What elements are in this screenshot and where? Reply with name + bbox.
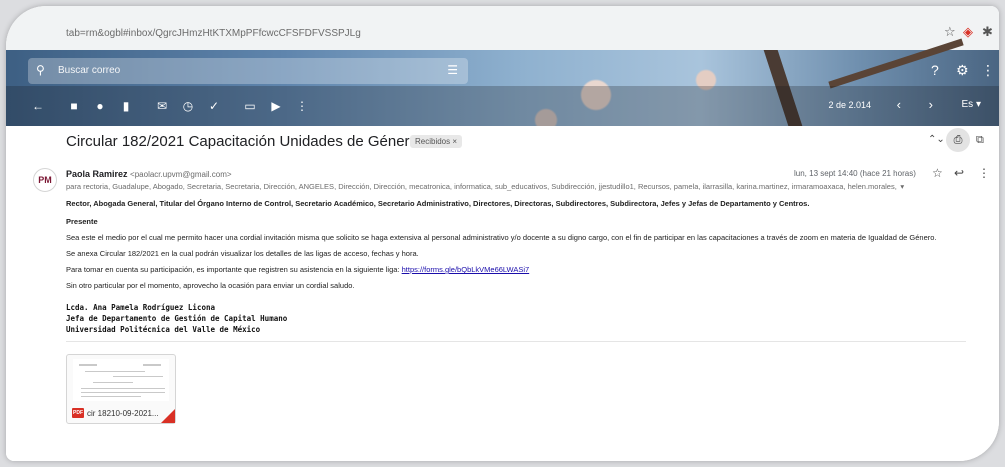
extension-icon[interactable]: ◈ <box>963 24 973 40</box>
pdf-icon: PDF <box>72 408 84 418</box>
email-date: lun, 13 sept 14:40 (hace 21 horas) <box>794 169 916 178</box>
recipients[interactable]: para rectoria, Guadalupe, Abogado, Secre… <box>66 182 916 191</box>
snooze-icon[interactable]: ◷ <box>180 98 196 114</box>
popout-icon[interactable]: ⧉ <box>976 134 984 147</box>
add-task-icon[interactable]: ✓ <box>206 98 222 114</box>
email-subject: Circular 182/2021 Capacitación Unidades … <box>66 133 418 150</box>
email-paragraph: Sea este el medio por el cual me permito… <box>66 233 937 242</box>
inbox-label[interactable]: Recibidos × <box>410 135 463 148</box>
language-selector[interactable]: Es ▾ <box>962 99 981 110</box>
url-text[interactable]: tab=rm&ogbl#inbox/QgrcJHmzHtKTXMpPFfcwcC… <box>66 28 361 39</box>
back-icon[interactable]: ← <box>30 98 46 114</box>
more-options-icon[interactable]: ⋮ <box>978 166 990 180</box>
expand-icon[interactable]: ⌃⌄ <box>928 134 945 145</box>
page-info: 2 de 2.014 <box>828 100 871 110</box>
preview-line <box>81 396 141 397</box>
avatar: PM <box>33 168 57 192</box>
move-to-icon[interactable]: ▭ <box>242 98 258 114</box>
star-icon[interactable]: ☆ <box>944 24 956 40</box>
email-presente: Presente <box>66 217 98 226</box>
preview-line <box>113 376 163 377</box>
older-icon[interactable]: ‹ <box>897 97 901 112</box>
help-icon[interactable]: ? <box>931 62 939 78</box>
attachment-preview <box>73 359 169 401</box>
email-paragraph: Sin otro particular por el momento, apro… <box>66 281 355 290</box>
print-icon[interactable]: ⎙ <box>946 128 970 152</box>
delete-icon[interactable]: ▮ <box>118 98 134 114</box>
preview-line <box>81 388 165 389</box>
preview-line <box>79 364 97 366</box>
search-icon[interactable]: ⚲ <box>36 63 45 77</box>
settings-icon[interactable]: ⚙ <box>956 62 969 79</box>
signature-org: Universidad Politécnica del Valle de Méx… <box>66 325 261 334</box>
email-body: Rector, Abogada General, Titular del Órg… <box>66 196 966 335</box>
preview-line <box>85 371 145 372</box>
signature-title: Jefa de Departamento de Gestión de Capit… <box>66 314 288 323</box>
preview-line <box>93 382 133 383</box>
preview-line <box>143 364 161 366</box>
mark-unread-icon[interactable]: ✉ <box>154 98 170 114</box>
gmail-header: ⚲ Buscar correo ☰ ? ⚙ ⋮ ← ■ ● ▮ ✉ ◷ ✓ ▭ … <box>6 38 999 126</box>
email-paragraph-text: Para tomar en cuenta su participación, e… <box>66 265 400 274</box>
attachment-name[interactable]: cir 18210-09-2021... <box>87 409 159 418</box>
signature-name: Lcda. Ana Pamela Rodríguez Licona <box>66 303 216 312</box>
sender-name[interactable]: Paola Ramirez <box>66 169 128 179</box>
search-box[interactable]: ⚲ Buscar correo ☰ <box>28 58 468 84</box>
star-icon[interactable]: ☆ <box>932 166 943 180</box>
form-link[interactable]: https://forms.gle/bQbLkVMe66LWASi7 <box>402 265 530 274</box>
email-toolbar: ← ■ ● ▮ ✉ ◷ ✓ ▭ ▶ ⋮ 2 de 2.014 ‹ › Es ▾ <box>6 86 999 126</box>
email-paragraph: Se anexa Circular 182/2021 en la cual po… <box>66 249 419 258</box>
address-bar[interactable]: tab=rm&ogbl#inbox/QgrcJHmzHtKTXMpPFfcwcC… <box>6 6 999 50</box>
search-input[interactable]: Buscar correo <box>58 65 120 76</box>
newer-icon[interactable]: › <box>929 97 933 112</box>
email-greeting: Rector, Abogada General, Titular del Órg… <box>66 199 810 208</box>
label-icon[interactable]: ▶ <box>268 98 284 114</box>
reply-icon[interactable]: ↩ <box>954 166 964 180</box>
sender-line: Paola Ramirez <paolacr.upvm@gmail.com> <box>66 169 232 179</box>
browser-window: tab=rm&ogbl#inbox/QgrcJHmzHtKTXMpPFfcwcC… <box>6 6 999 461</box>
archive-icon[interactable]: ■ <box>66 98 82 114</box>
email-paragraph: Para tomar en cuenta su participación, e… <box>66 264 966 275</box>
preview-line <box>81 392 165 393</box>
sender-email: <paolacr.upvm@gmail.com> <box>130 170 232 179</box>
email-view: Circular 182/2021 Capacitación Unidades … <box>6 126 999 461</box>
report-icon[interactable]: ● <box>92 98 108 114</box>
language-label: Es <box>961 99 974 110</box>
puzzle-icon[interactable]: ✱ <box>982 24 993 40</box>
attachment-card[interactable]: PDF cir 18210-09-2021... <box>66 354 176 424</box>
attachment-corner <box>161 409 175 423</box>
apps-icon[interactable]: ⋮ <box>981 62 995 79</box>
more-icon[interactable]: ⋮ <box>294 98 310 114</box>
divider <box>66 341 966 342</box>
filter-icon[interactable]: ☰ <box>447 63 458 77</box>
